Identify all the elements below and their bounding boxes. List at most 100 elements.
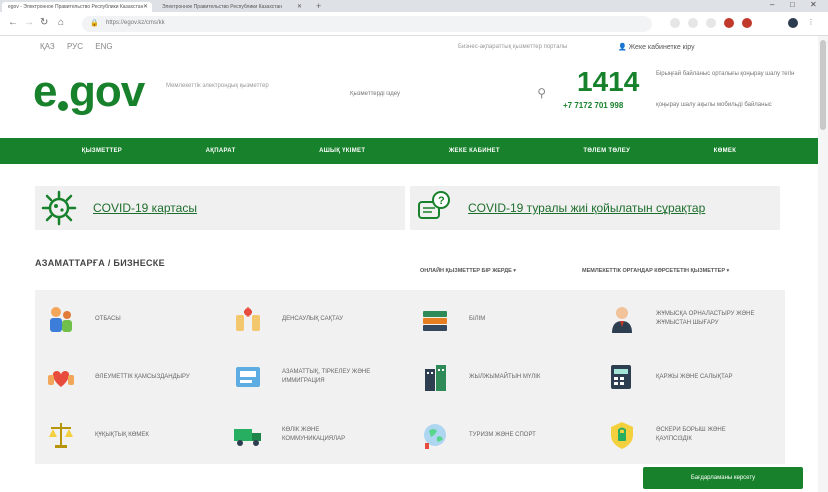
covid-map-link[interactable]: COVID-19 картасы: [93, 201, 197, 215]
building-icon: [425, 365, 446, 391]
health-icon: [236, 307, 260, 331]
service-legal[interactable]: ҚҰҚЫҚТЫҚ КӨМЕК: [35, 406, 222, 464]
service-family[interactable]: ОТБАСЫ: [35, 290, 222, 348]
user-icon: 👤: [618, 44, 627, 51]
language-switcher: ҚАЗ РУС ENG: [40, 42, 123, 51]
tab-title: Электронное Правительство Республики Каз…: [162, 4, 283, 10]
search-icon[interactable]: ⚲: [537, 86, 546, 100]
window-close-icon[interactable]: ✕: [810, 0, 817, 9]
nav-info[interactable]: АҚПАРАТ: [206, 148, 236, 154]
truck-icon: [234, 429, 261, 446]
close-icon[interactable]: ✕: [297, 3, 302, 10]
security-icon: [611, 422, 633, 449]
back-icon[interactable]: ←: [8, 17, 18, 28]
extension-icon[interactable]: [724, 18, 734, 28]
covid-faq-link[interactable]: COVID-19 туралы жиі қойылатын сұрақтар: [468, 201, 705, 215]
service-health[interactable]: ДЕНСАУЛЫҚ САҚТАУ: [222, 290, 409, 348]
citizenship-icon: [236, 367, 260, 387]
reload-icon[interactable]: ↻: [40, 17, 48, 28]
nav-payments[interactable]: ТӨЛЕМ ТӨЛЕУ: [583, 148, 630, 154]
browser-toolbar: ← → ↻ ⌂ 🔒 https://egov.kz/cms/kk ⋮: [0, 12, 828, 36]
worker-icon: [612, 307, 632, 333]
login-link[interactable]: 👤 Жеке кабинетке кіру: [618, 43, 695, 51]
login-label: Жеке кабинетке кіру: [628, 44, 695, 51]
nav-services[interactable]: ҚЫЗМЕТТЕР: [82, 148, 122, 154]
service-label: АЗАМАТТЫҚ, ТІРКЕЛЕУ ЖӘНЕ ИММИГРАЦИЯ: [282, 369, 371, 384]
phone-short-desc: Бірыңғай байланыс орталығы қоңырау шалу …: [656, 71, 795, 77]
service-label: ДЕНСАУЛЫҚ САҚТАУ: [282, 315, 344, 322]
service-finance[interactable]: ҚАРЖЫ ЖӘНЕ САЛЫҚТАР: [596, 348, 783, 406]
business-portal-link[interactable]: Бизнес-ақпараттық қызметтер порталы: [458, 44, 567, 50]
extension-icon[interactable]: [742, 18, 752, 28]
phone-short[interactable]: 1414: [577, 66, 639, 98]
service-label: ӘСКЕРИ БОРЫШ ЖӘНЕ ҚАУІПСІЗДІК: [656, 427, 726, 442]
service-label: ЖЫЛЖЫМАЙТЫН МҮЛІК: [469, 373, 541, 380]
browser-tab-active[interactable]: egov - Электронное Правительство Республ…: [2, 2, 152, 12]
service-label: ҚҰҚЫҚТЫҚ КӨМЕК: [95, 431, 149, 438]
lang-rus[interactable]: РУС: [67, 42, 83, 51]
service-tourism[interactable]: ТУРИЗМ ЖӘНЕ СПОРТ: [409, 406, 596, 464]
service-label: ҚАРЖЫ ЖӘНЕ САЛЫҚТАР: [656, 373, 733, 380]
service-education[interactable]: БІЛІМ: [409, 290, 596, 348]
url-text: https://egov.kz/cms/kk: [106, 20, 165, 26]
lang-kaz[interactable]: ҚАЗ: [40, 42, 55, 51]
covid-faq-banner[interactable]: ? COVID-19 туралы жиі қойылатын сұрақтар: [410, 186, 780, 230]
service-security[interactable]: ӘСКЕРИ БОРЫШ ЖӘНЕ ҚАУІПСІЗДІК: [596, 406, 783, 464]
search-input[interactable]: [350, 86, 525, 102]
menu-kebab-icon[interactable]: ⋮: [806, 18, 816, 28]
star-icon[interactable]: [688, 18, 698, 28]
nav-help[interactable]: КӨМЕК: [714, 148, 737, 154]
nav-personal-cabinet[interactable]: ЖЕКЕ КАБИНЕТ: [449, 148, 500, 154]
browser-tab-strip: egov - Электронное Правительство Республ…: [0, 0, 828, 12]
service-label: БІЛІМ: [469, 315, 486, 322]
search-box: ⚲: [350, 86, 550, 102]
justice-icon: [49, 423, 73, 448]
address-bar[interactable]: 🔒 https://egov.kz/cms/kk: [82, 16, 652, 32]
show-program-button[interactable]: Бағдарламаны көрсету: [643, 467, 803, 489]
profile-avatar[interactable]: [788, 18, 798, 28]
nav-open-government[interactable]: АШЫҚ ҮКІМЕТ: [319, 148, 365, 154]
egov-logo[interactable]: e gov: [33, 67, 157, 127]
extension-icon[interactable]: [706, 18, 716, 28]
family-icon: [50, 307, 72, 332]
virus-icon: [39, 188, 79, 228]
service-label: ТУРИЗМ ЖӘНЕ СПОРТ: [469, 431, 536, 438]
service-real-estate[interactable]: ЖЫЛЖЫМАЙТЫН МҮЛІК: [409, 348, 596, 406]
question-bubble-icon: ?: [414, 188, 454, 228]
main-nav: ҚЫЗМЕТТЕР АҚПАРАТ АШЫҚ ҮКІМЕТ ЖЕКЕ КАБИН…: [0, 138, 818, 164]
phone-long[interactable]: +7 7172 701 998: [563, 101, 623, 110]
maximize-icon[interactable]: □: [790, 0, 795, 9]
svg-text:?: ?: [438, 195, 445, 207]
service-label: ӘЛЕУМЕТТІК ҚАМСЫЗДАНДЫРУ: [95, 373, 190, 380]
filter-gov-services[interactable]: МЕМЛЕКЕТТІК ОРГАНДАР КӨРСЕТЕТІН ҚЫЗМЕТТЕ…: [582, 268, 729, 274]
service-label: ОТБАСЫ: [95, 315, 121, 322]
filter-online-services[interactable]: ОНЛАЙН ҚЫЗМЕТТЕР БІР ЖЕРДЕ ▾: [420, 268, 516, 274]
logo-icon: e gov: [33, 67, 147, 116]
svg-text:gov: gov: [69, 68, 146, 116]
svg-text:e: e: [33, 68, 56, 116]
services-grid: ОТБАСЫ ДЕНСАУЛЫҚ САҚТАУ БІЛІМ ЖҰМЫСҚА ОР…: [35, 290, 785, 464]
tourism-icon: [424, 424, 446, 449]
forward-icon[interactable]: →: [24, 17, 34, 28]
section-title[interactable]: АЗАМАТТАРҒА / БИЗНЕСКЕ: [35, 258, 165, 268]
covid-map-banner[interactable]: COVID-19 картасы: [35, 186, 405, 230]
service-label: ЖҰМЫСҚА ОРНАЛАСТЫРУ ЖӘНЕ ЖҰМЫСТАН ШЫҒАРУ: [656, 311, 755, 326]
new-tab-icon[interactable]: +: [316, 1, 321, 11]
close-icon[interactable]: ✕: [143, 3, 148, 10]
service-transport[interactable]: КӨЛІК ЖӘНЕ КОММУНИКАЦИЯЛАР: [222, 406, 409, 464]
finance-icon: [611, 365, 631, 389]
phone-long-desc: қоңырау шалу ақылы мобильді байланыс: [656, 102, 772, 108]
extension-icon[interactable]: [670, 18, 680, 28]
logo-subtitle: Мемлекеттік электрондық қызметтер: [166, 83, 269, 89]
minimize-icon[interactable]: –: [770, 0, 774, 9]
service-social[interactable]: ӘЛЕУМЕТТІК ҚАМСЫЗДАНДЫРУ: [35, 348, 222, 406]
browser-tab[interactable]: Электронное Правительство Республики Каз…: [156, 2, 306, 12]
tab-title: egov - Электронное Правительство Республ…: [8, 4, 144, 10]
lock-icon: 🔒: [90, 20, 99, 27]
books-icon: [423, 311, 447, 331]
scrollbar-thumb[interactable]: [820, 40, 826, 130]
service-citizenship[interactable]: АЗАМАТТЫҚ, ТІРКЕЛЕУ ЖӘНЕ ИММИГРАЦИЯ: [222, 348, 409, 406]
lang-eng[interactable]: ENG: [95, 42, 112, 51]
home-icon[interactable]: ⌂: [58, 17, 64, 28]
service-employment[interactable]: ЖҰМЫСҚА ОРНАЛАСТЫРУ ЖӘНЕ ЖҰМЫСТАН ШЫҒАРУ: [596, 290, 783, 348]
